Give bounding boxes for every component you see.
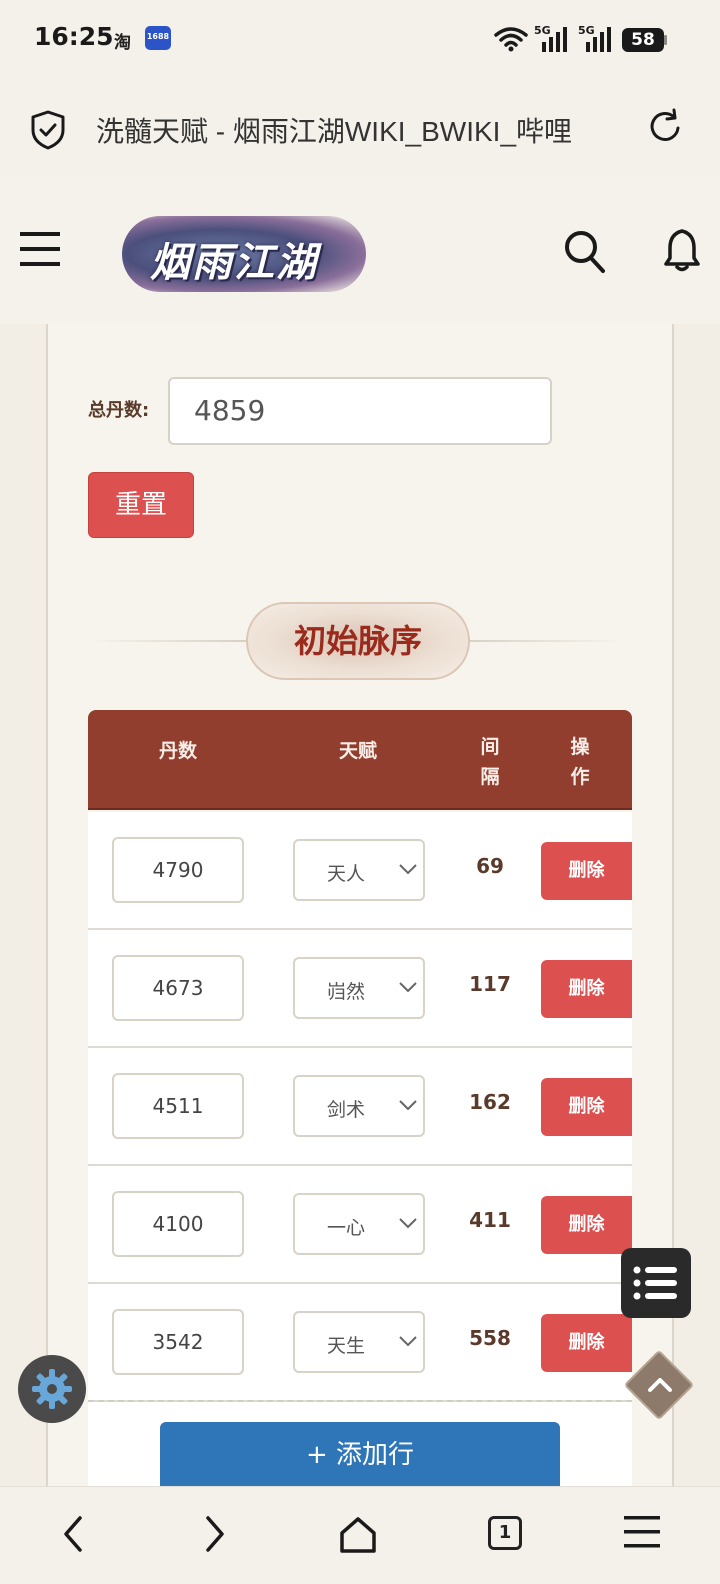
- gear-icon: [32, 1369, 72, 1409]
- table-row: 4511 剑术 162 删除: [88, 1048, 632, 1166]
- network-label: 5G: [534, 24, 551, 37]
- search-icon[interactable]: [564, 230, 606, 274]
- table-row: 4100 一心 411 删除: [88, 1166, 632, 1284]
- talent-select[interactable]: 剑术: [293, 1075, 425, 1137]
- chevron-down-icon: [399, 864, 417, 875]
- browser-bottom-nav: [0, 1486, 720, 1584]
- delete-row-button[interactable]: 删除: [541, 1314, 632, 1372]
- interval-value: 558: [469, 1326, 511, 1350]
- chevron-down-icon: [399, 982, 417, 993]
- talent-select-value: 天生: [327, 1335, 366, 1357]
- status-bar: 16:25 淘 1688 5G 5G 58: [0, 0, 720, 78]
- interval-value: 69: [476, 854, 504, 878]
- reset-button[interactable]: 重置: [88, 472, 194, 538]
- table-footer-divider: [88, 1400, 632, 1402]
- add-row-button[interactable]: + 添加行: [160, 1422, 560, 1488]
- reload-icon[interactable]: [648, 108, 684, 146]
- browser-address-bar: 洗髓天赋 - 烟雨江湖WIKI_BWIKI_哔哩: [0, 78, 720, 178]
- talent-select-value: 岿然: [327, 981, 366, 1003]
- table-row: 3542 天生 558 删除: [88, 1284, 632, 1402]
- settings-button[interactable]: [18, 1355, 86, 1423]
- back-icon[interactable]: [62, 1515, 84, 1553]
- wifi-icon: [494, 27, 528, 52]
- forward-icon[interactable]: [204, 1515, 226, 1553]
- page-title[interactable]: 洗髓天赋 - 烟雨江湖WIKI_BWIKI_哔哩: [96, 110, 621, 150]
- column-header-interval: 间隔: [480, 736, 500, 788]
- site-header: 烟雨江湖: [0, 178, 720, 324]
- section-title: 初始脉序: [246, 602, 470, 680]
- talent-select-value: 剑术: [327, 1099, 366, 1121]
- total-dan-input[interactable]: 4859: [168, 377, 552, 445]
- app-1688-icon: 1688: [145, 26, 171, 50]
- interval-value: 117: [469, 972, 511, 996]
- table-header: 丹数 天赋 间隔 操作: [88, 710, 632, 810]
- tab-switcher-button[interactable]: 1: [488, 1516, 522, 1550]
- dan-input[interactable]: 3542: [112, 1309, 244, 1375]
- menu-icon[interactable]: [624, 1515, 660, 1549]
- total-dan-label: 总丹数:: [88, 400, 150, 421]
- interval-value: 162: [469, 1090, 511, 1114]
- hamburger-menu-icon[interactable]: [20, 232, 60, 266]
- notification-bell-icon[interactable]: [664, 228, 700, 272]
- battery-cap: [664, 35, 667, 45]
- talent-select[interactable]: 一心: [293, 1193, 425, 1255]
- talent-select-value: 一心: [327, 1217, 366, 1239]
- dan-input[interactable]: 4790: [112, 837, 244, 903]
- column-header-dan: 丹数: [158, 740, 197, 762]
- table-row: 4790 天人 69 删除: [88, 812, 632, 930]
- dan-input[interactable]: 4511: [112, 1073, 244, 1139]
- dan-input[interactable]: 4673: [112, 955, 244, 1021]
- interval-value: 411: [469, 1208, 511, 1232]
- battery-icon: 58: [622, 28, 664, 52]
- dan-input[interactable]: 4100: [112, 1191, 244, 1257]
- chevron-down-icon: [399, 1218, 417, 1229]
- shield-check-icon[interactable]: [30, 110, 66, 150]
- taobao-app-icon: 淘: [114, 33, 131, 53]
- column-header-talent: 天赋: [338, 740, 377, 762]
- delete-row-button[interactable]: 删除: [541, 842, 632, 900]
- talent-select-value: 天人: [327, 863, 366, 885]
- delete-row-button[interactable]: 删除: [541, 1078, 632, 1136]
- talent-select[interactable]: 岿然: [293, 957, 425, 1019]
- list-icon: [633, 1266, 677, 1300]
- network-label: 5G: [578, 24, 595, 37]
- table-of-contents-button[interactable]: [621, 1248, 691, 1318]
- home-icon[interactable]: [338, 1515, 378, 1555]
- delete-row-button[interactable]: 删除: [541, 1196, 632, 1254]
- chevron-down-icon: [399, 1100, 417, 1111]
- delete-row-button[interactable]: 删除: [541, 960, 632, 1018]
- chevron-up-icon: [648, 1378, 672, 1392]
- site-logo-text: 烟雨江湖: [150, 239, 318, 286]
- talent-select[interactable]: 天人: [293, 839, 425, 901]
- chevron-down-icon: [399, 1336, 417, 1347]
- table-row: 4673 岿然 117 删除: [88, 930, 632, 1048]
- status-time: 16:25: [34, 22, 114, 51]
- talent-select[interactable]: 天生: [293, 1311, 425, 1373]
- column-header-action: 操作: [570, 736, 590, 788]
